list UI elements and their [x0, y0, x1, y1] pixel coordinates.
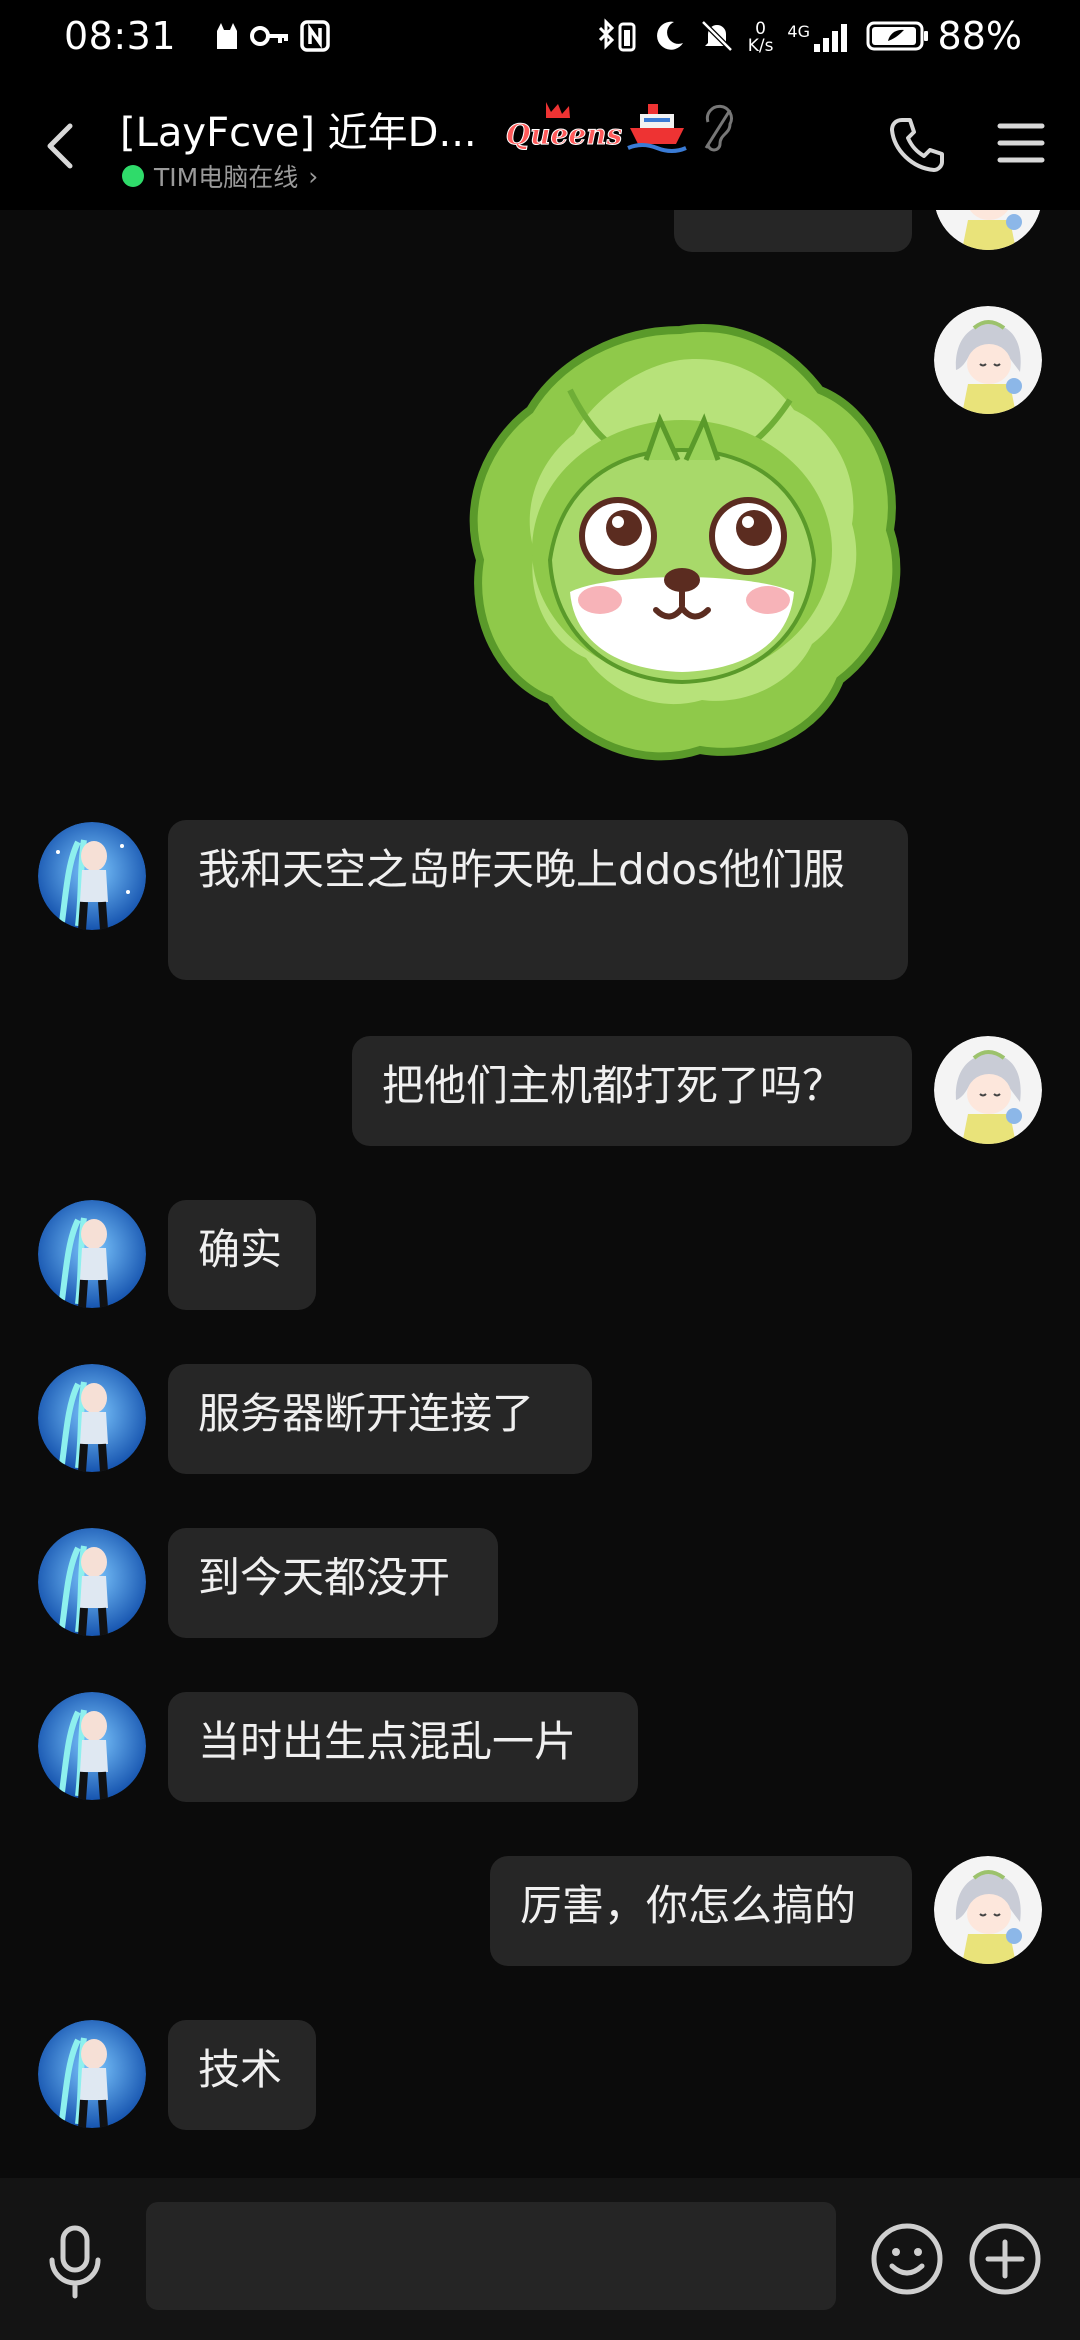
avatar-friend[interactable]	[38, 1692, 146, 1800]
message-bubble-sent[interactable]: 把他们主机都打死了吗？	[352, 1036, 912, 1146]
mute-bell-icon	[700, 19, 734, 57]
cabbage-dog-sticker-icon	[469, 324, 901, 761]
emoji-icon	[871, 2223, 943, 2295]
mic-icon	[49, 2225, 101, 2299]
moon-icon	[654, 19, 686, 57]
self-avatar-icon	[934, 306, 1042, 414]
cat-icon	[214, 21, 240, 55]
avatar-friend[interactable]	[38, 1528, 146, 1636]
battery-icon	[866, 20, 930, 56]
nfc-icon	[300, 20, 330, 56]
self-avatar-icon	[934, 1036, 1042, 1144]
battery-percent: 88%	[937, 14, 1022, 58]
message-bubble-received[interactable]: 到今天都没开	[168, 1528, 498, 1638]
ear-icon	[700, 104, 736, 152]
self-avatar-icon	[934, 1856, 1042, 1964]
cabbage-dog-sticker[interactable]	[450, 310, 910, 770]
avatar-self[interactable]	[934, 1036, 1042, 1144]
call-button[interactable]	[888, 114, 946, 174]
bluetooth-battery-icon	[596, 18, 640, 58]
message-bubble-received[interactable]: 当时出生点混乱一片	[168, 1692, 638, 1802]
emoji-button[interactable]	[870, 2222, 944, 2296]
message-bubble-sent[interactable]: 厉害，你怎么搞的	[490, 1856, 912, 1966]
signal-icon: 4G	[787, 22, 852, 54]
back-arrow-icon	[47, 123, 73, 169]
status-time: 08:31	[64, 14, 177, 58]
friend-avatar-icon	[38, 1692, 146, 1800]
avatar-friend[interactable]	[38, 1364, 146, 1472]
back-button[interactable]	[34, 116, 84, 176]
chat-header: [LayFcve] 近年D... Queens TIM电脑在线 ›	[0, 78, 1080, 210]
self-avatar-icon	[935, 210, 1041, 250]
online-dot-icon	[122, 165, 144, 187]
avatar-self[interactable]	[934, 210, 1042, 250]
avatar-friend[interactable]	[38, 1200, 146, 1308]
plus-icon	[969, 2223, 1041, 2295]
svg-text:Queens: Queens	[506, 118, 622, 151]
queen-badge-icon: Queens	[505, 98, 623, 154]
friend-avatar-icon	[38, 1364, 146, 1472]
message-bubble-received[interactable]: 技术	[168, 2020, 316, 2130]
message-list[interactable]: 怎么了？	[0, 210, 1080, 2178]
friend-avatar-icon	[38, 1200, 146, 1308]
ship-badge-icon	[626, 98, 688, 154]
status-bar: 08:31 0 K/s 4G 88%	[0, 0, 1080, 78]
plus-button[interactable]	[968, 2222, 1042, 2296]
avatar-friend[interactable]	[38, 822, 146, 930]
message-bubble-sent[interactable]: 怎么了？	[674, 210, 912, 252]
voice-button[interactable]	[44, 2224, 106, 2300]
input-bar	[0, 2178, 1080, 2340]
friend-avatar-icon	[38, 822, 146, 930]
message-bubble-received[interactable]: 我和天空之岛昨天晚上ddos他们服	[168, 820, 908, 980]
friend-avatar-icon	[38, 1528, 146, 1636]
online-status[interactable]: TIM电脑在线 ›	[122, 158, 318, 194]
avatar-self[interactable]	[934, 306, 1042, 414]
phone-icon	[890, 118, 944, 172]
avatar-friend[interactable]	[38, 2020, 146, 2128]
message-bubble-received[interactable]: 服务器断开连接了	[168, 1364, 592, 1474]
key-icon	[250, 21, 290, 55]
chat-title[interactable]: [LayFcve] 近年D...	[120, 100, 477, 158]
network-speed: 0 K/s	[747, 19, 774, 56]
message-input[interactable]	[146, 2202, 836, 2310]
avatar-self[interactable]	[934, 1856, 1042, 1964]
menu-button[interactable]	[996, 118, 1046, 168]
message-bubble-received[interactable]: 确实	[168, 1200, 316, 1310]
menu-icon	[997, 123, 1045, 163]
friend-avatar-icon	[38, 2020, 146, 2128]
